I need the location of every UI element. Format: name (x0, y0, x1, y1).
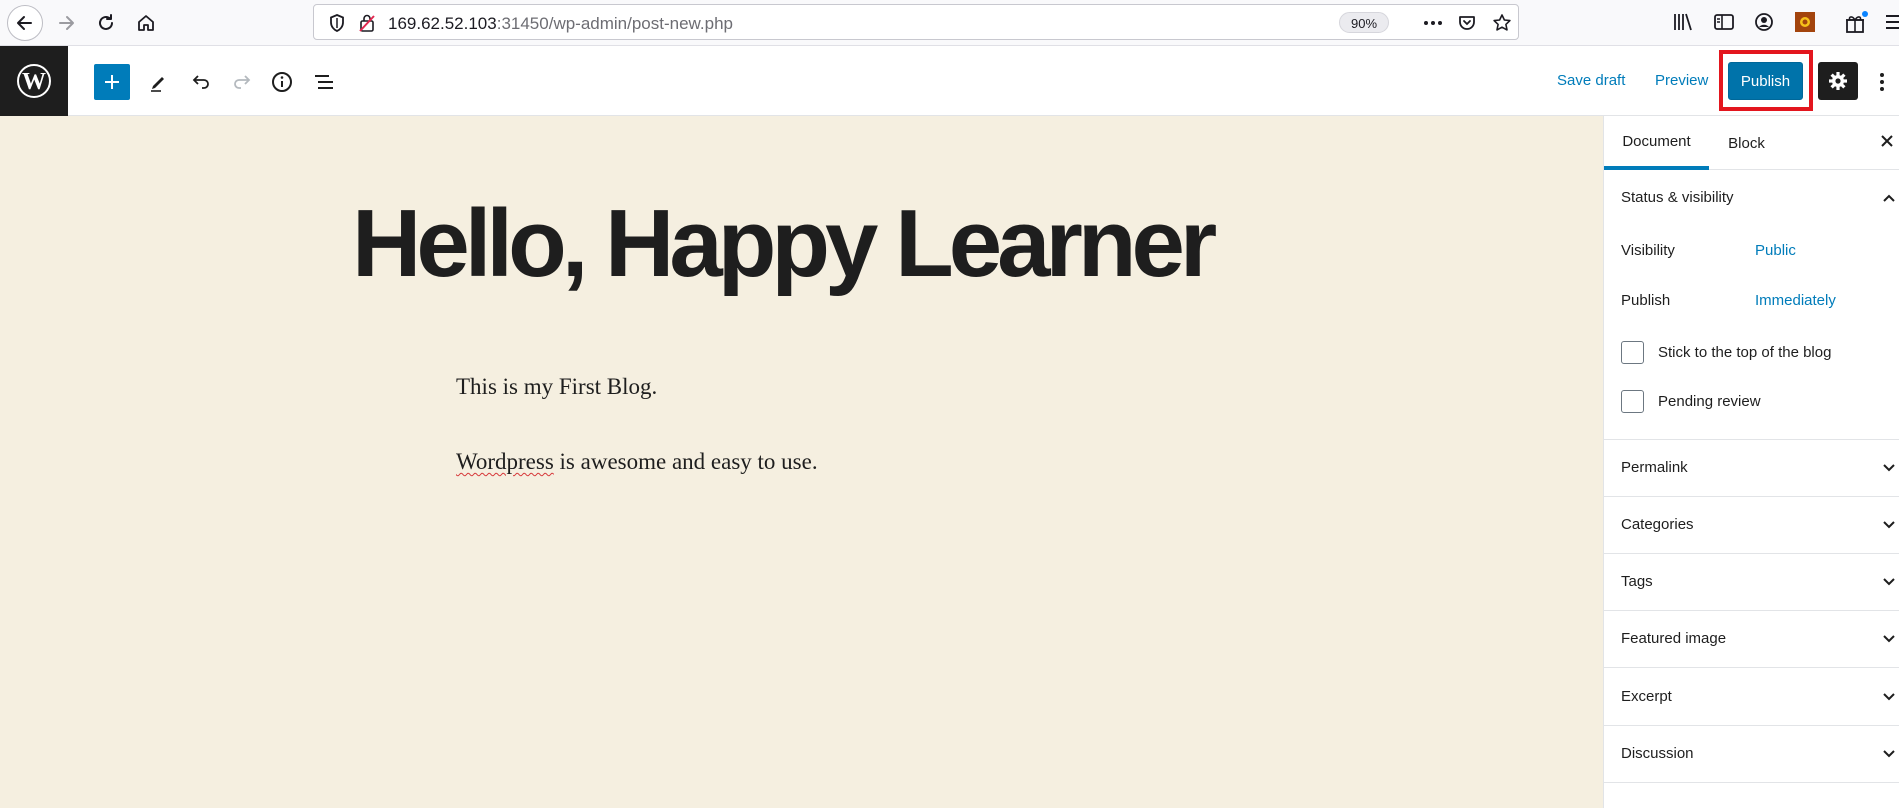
add-block-icon (105, 75, 119, 89)
undo-icon (192, 75, 209, 89)
paragraph-block-1[interactable]: This is my First Blog. (456, 374, 657, 400)
back-button[interactable] (7, 5, 43, 41)
settings-gear-icon (1829, 72, 1847, 90)
wordpress-logo-icon: W (17, 64, 51, 98)
menu-icon[interactable] (1884, 11, 1899, 33)
sidebar-icon[interactable] (1713, 11, 1735, 33)
post-title[interactable]: Hello, Happy Learner (352, 196, 1217, 292)
account-icon[interactable] (1753, 11, 1775, 33)
divider (1604, 725, 1899, 726)
tab-document[interactable]: Document (1604, 116, 1709, 170)
panel-title: Excerpt (1621, 688, 1672, 705)
settings-sidebar: Document Block Status & visibility Visib… (1603, 116, 1899, 808)
editor-header: W Save draft Preview Publish (0, 46, 1899, 116)
back-icon (17, 16, 32, 30)
publish-date-link[interactable]: Immediately (1755, 292, 1836, 309)
browser-toolbar: 169.62.52.103:31450/wp-admin/post-new.ph… (0, 0, 1899, 46)
insecure-lock-icon[interactable] (358, 13, 376, 33)
reload-button[interactable] (88, 5, 124, 41)
info-icon (272, 72, 292, 92)
publish-button[interactable]: Publish (1728, 62, 1803, 100)
forward-icon (59, 16, 74, 30)
chevron-down-icon (1883, 578, 1895, 586)
edit-tools-button[interactable] (143, 66, 175, 98)
panel-title: Discussion (1621, 745, 1694, 762)
divider (1604, 782, 1899, 783)
more-actions-icon[interactable] (1422, 13, 1444, 33)
gift-icon[interactable] (1844, 11, 1870, 35)
misspelled-word[interactable]: Wordpress (456, 449, 554, 474)
more-options-button[interactable] (1870, 66, 1894, 98)
chevron-down-icon (1883, 464, 1895, 472)
svg-text:W: W (22, 69, 46, 95)
pending-review-checkbox[interactable] (1621, 390, 1644, 413)
url-host: 169.62.52.103 (388, 14, 497, 33)
redo-icon (234, 75, 251, 89)
wordpress-logo-button[interactable]: W (0, 46, 68, 116)
extension-icon[interactable] (1794, 11, 1816, 33)
undo-button[interactable] (185, 66, 217, 98)
panel-title: Permalink (1621, 459, 1688, 476)
chevron-down-icon (1883, 635, 1895, 643)
forward-button[interactable] (48, 5, 84, 41)
tab-block[interactable]: Block (1709, 116, 1784, 170)
visibility-value-link[interactable]: Public (1755, 242, 1796, 259)
library-icon[interactable] (1672, 11, 1694, 33)
url-bar[interactable]: 169.62.52.103:31450/wp-admin/post-new.ph… (313, 4, 1519, 40)
home-button[interactable] (128, 5, 164, 41)
divider (1604, 667, 1899, 668)
divider (1604, 439, 1899, 440)
panel-title: Tags (1621, 573, 1653, 590)
zoom-level-badge[interactable]: 90% (1339, 12, 1389, 33)
bookmark-star-icon[interactable] (1492, 13, 1512, 33)
chevron-up-icon (1883, 194, 1895, 202)
outline-icon (315, 75, 333, 89)
paragraph-text: is awesome and easy to use. (553, 449, 818, 474)
chevron-down-icon (1883, 750, 1895, 758)
divider (1604, 553, 1899, 554)
panel-title: Categories (1621, 516, 1694, 533)
preview-button[interactable]: Preview (1655, 72, 1708, 89)
visibility-label: Visibility (1621, 242, 1675, 259)
paragraph-block-2[interactable]: Wordpress is awesome and easy to use. (456, 449, 818, 475)
info-button[interactable] (266, 66, 298, 98)
more-vertical-icon (1880, 73, 1884, 91)
home-icon (138, 15, 154, 31)
close-icon[interactable] (1880, 134, 1894, 148)
stick-to-top-checkbox[interactable] (1621, 341, 1644, 364)
redo-button[interactable] (226, 66, 258, 98)
stick-to-top-label[interactable]: Stick to the top of the blog (1658, 344, 1831, 361)
panel-title: Status & visibility (1621, 189, 1734, 206)
url-path: :31450/wp-admin/post-new.php (496, 14, 733, 33)
outline-button[interactable] (308, 66, 340, 98)
pocket-icon[interactable] (1457, 13, 1477, 33)
reload-icon (99, 14, 113, 30)
save-draft-button[interactable]: Save draft (1557, 72, 1625, 89)
editor-canvas[interactable]: Hello, Happy Learner This is my First Bl… (0, 116, 1603, 808)
add-block-button[interactable] (94, 64, 130, 100)
shield-icon[interactable] (328, 13, 346, 33)
publish-label: Publish (1621, 292, 1671, 309)
chevron-down-icon (1883, 521, 1895, 529)
sidebar-tabs: Document Block (1604, 116, 1899, 170)
panel-title: Featured image (1621, 630, 1727, 647)
edit-tools-icon (151, 77, 164, 92)
divider (1604, 496, 1899, 497)
settings-button[interactable] (1818, 62, 1858, 100)
divider (1604, 610, 1899, 611)
chevron-down-icon (1883, 693, 1895, 701)
pending-review-label[interactable]: Pending review (1658, 393, 1761, 410)
url-text[interactable]: 169.62.52.103:31450/wp-admin/post-new.ph… (388, 14, 733, 34)
